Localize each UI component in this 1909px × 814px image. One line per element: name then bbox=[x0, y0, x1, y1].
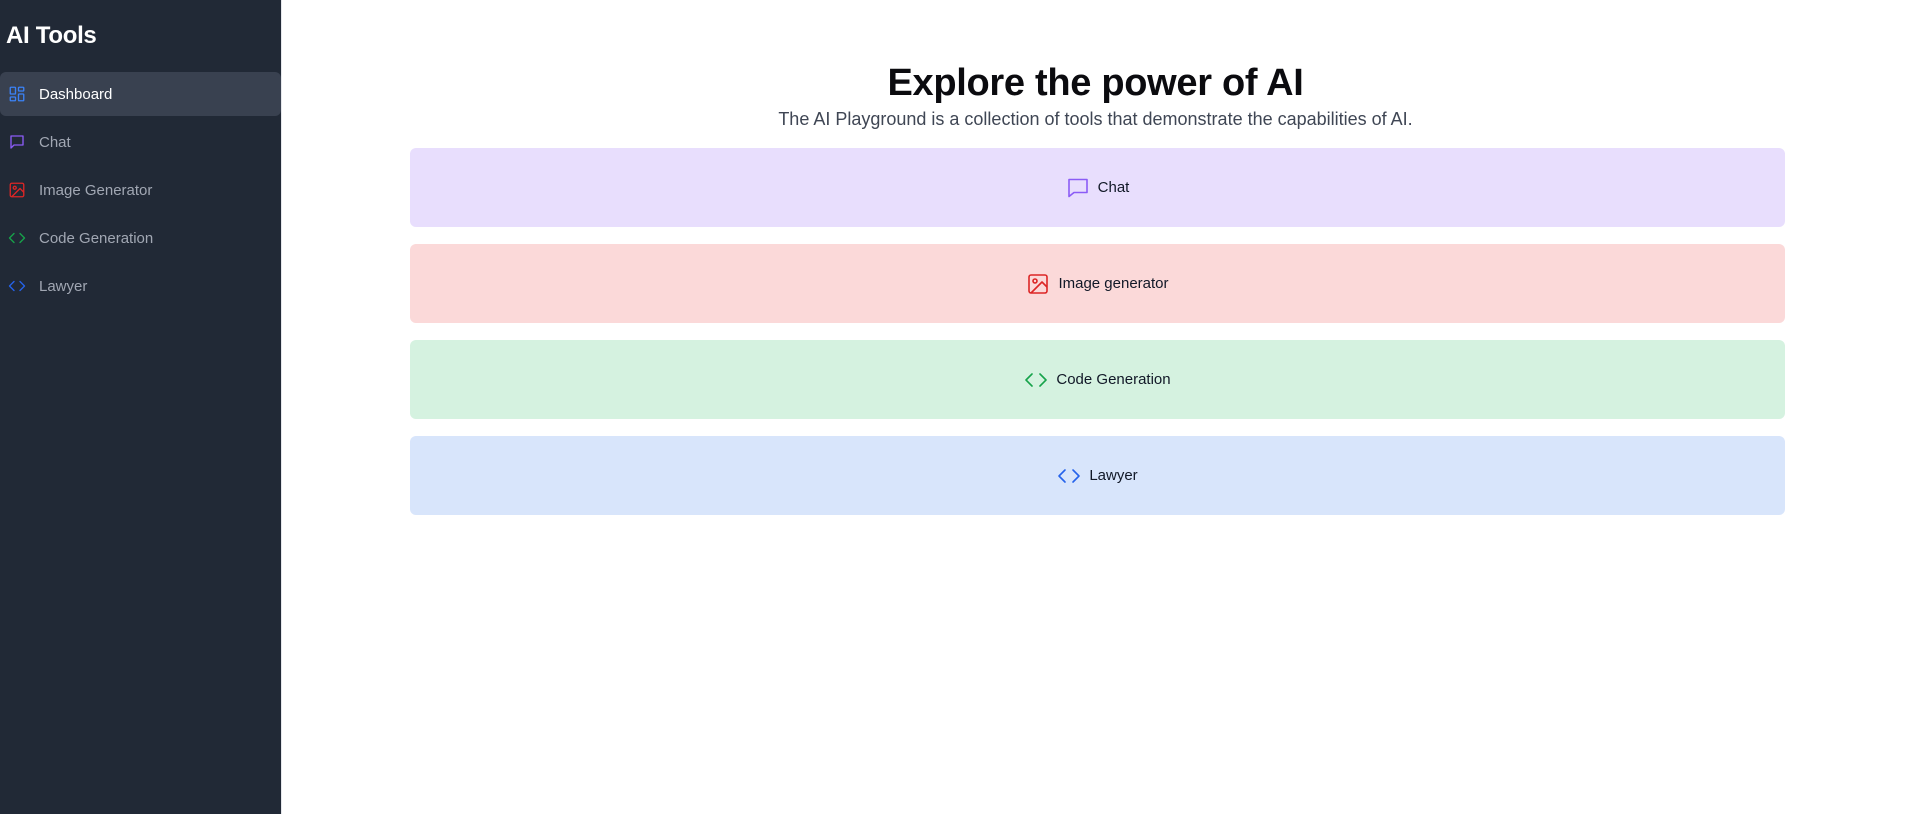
code-icon bbox=[1057, 464, 1081, 488]
code-icon bbox=[8, 277, 26, 295]
card-code-generation[interactable]: Code Generation bbox=[410, 340, 1785, 419]
code-icon bbox=[1024, 368, 1048, 392]
page-subtitle: The AI Playground is a collection of too… bbox=[778, 109, 1413, 129]
chat-icon bbox=[8, 133, 26, 151]
sidebar-item-label: Code Generation bbox=[39, 229, 154, 247]
sidebar-item-image-generator[interactable]: Image Generator bbox=[0, 168, 281, 212]
image-icon bbox=[8, 181, 26, 199]
code-icon bbox=[8, 229, 26, 247]
sidebar-item-lawyer[interactable]: Lawyer bbox=[0, 264, 281, 308]
sidebar-item-label: Chat bbox=[39, 133, 71, 151]
page-title: Explore the power of AI bbox=[887, 62, 1304, 104]
sidebar: AI Tools Dashboard Chat Image Generator … bbox=[0, 0, 282, 814]
sidebar-item-chat[interactable]: Chat bbox=[0, 120, 281, 164]
main-content: Explore the power of AI The AI Playgroun… bbox=[282, 0, 1909, 814]
sidebar-item-label: Lawyer bbox=[39, 277, 88, 295]
chat-icon bbox=[1066, 176, 1090, 200]
card-chat[interactable]: Chat bbox=[410, 148, 1785, 227]
app-title: AI Tools bbox=[6, 22, 97, 49]
card-label: Chat bbox=[1097, 179, 1130, 196]
sidebar-item-code-generation[interactable]: Code Generation bbox=[0, 216, 281, 260]
hero: Explore the power of AI The AI Playgroun… bbox=[282, 0, 1909, 132]
sidebar-item-dashboard[interactable]: Dashboard bbox=[0, 72, 281, 116]
card-label: Image generator bbox=[1058, 275, 1169, 292]
sidebar-nav: Dashboard Chat Image Generator Code Gene… bbox=[0, 72, 281, 308]
dashboard-icon bbox=[8, 85, 26, 103]
tool-cards: Chat Image generator Code Generation Law… bbox=[410, 148, 1785, 532]
card-image-generator[interactable]: Image generator bbox=[410, 244, 1785, 323]
card-label: Lawyer bbox=[1089, 467, 1138, 484]
card-lawyer[interactable]: Lawyer bbox=[410, 436, 1785, 515]
card-label: Code Generation bbox=[1056, 371, 1171, 388]
sidebar-item-label: Image Generator bbox=[39, 181, 153, 199]
image-icon bbox=[1026, 272, 1050, 296]
app-root: AI Tools Dashboard Chat Image Generator … bbox=[0, 0, 1909, 814]
sidebar-item-label: Dashboard bbox=[39, 85, 113, 103]
